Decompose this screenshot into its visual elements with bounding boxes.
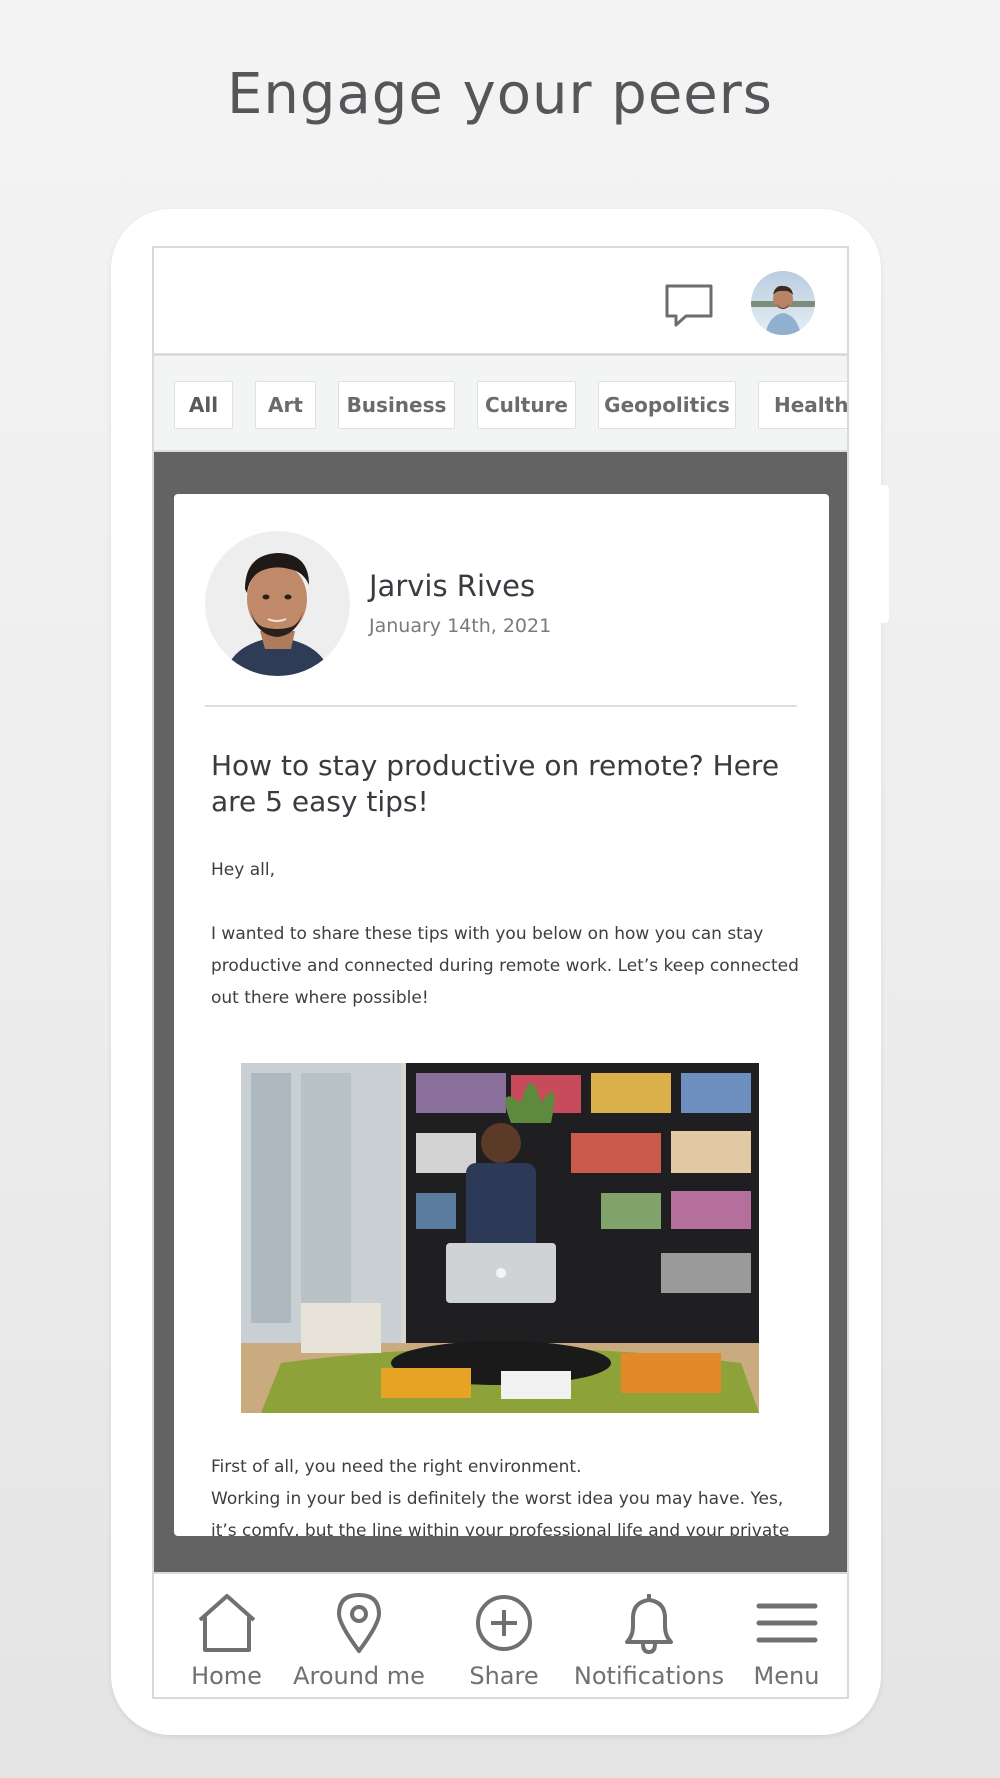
user-avatar[interactable] (751, 271, 815, 335)
category-chip-all[interactable]: All (174, 381, 233, 429)
post-intro: I wanted to share these tips with you be… (211, 924, 799, 1008)
author-name[interactable]: Jarvis Rives (369, 569, 535, 603)
category-chip-art[interactable]: Art (255, 381, 316, 429)
app-screen: All Art Business Culture Geopolitics Hea… (152, 246, 849, 1699)
post-image[interactable] (241, 1063, 759, 1413)
phone-side-button (881, 485, 889, 623)
tab-share-label: Share (469, 1662, 539, 1690)
tab-home-label: Home (191, 1662, 262, 1690)
tab-notifications-label: Notifications (573, 1662, 725, 1690)
post-paragraph-line-1: First of all, you need the right environ… (211, 1457, 582, 1477)
post-card[interactable]: Jarvis Rives January 14th, 2021 How to s… (174, 494, 829, 1536)
location-pin-icon (337, 1593, 381, 1653)
card-divider (205, 705, 797, 707)
tab-notifications[interactable]: Notifications (569, 1574, 729, 1697)
post-paragraph-line-2: Working in your bed is definitely the wo… (211, 1489, 790, 1536)
tab-share[interactable]: Share (439, 1574, 569, 1697)
category-chip-business[interactable]: Business (338, 381, 455, 429)
category-chip-geopolitics[interactable]: Geopolitics (598, 381, 736, 429)
category-chip-health[interactable]: Health (758, 381, 847, 429)
bell-icon (625, 1594, 673, 1654)
category-chip-culture[interactable]: Culture (477, 381, 576, 429)
post-greeting: Hey all, (211, 860, 275, 880)
tab-menu-label: Menu (753, 1662, 820, 1690)
bottom-tab-bar: Home Around me Share Notifications Menu (154, 1572, 847, 1697)
plus-circle-icon (476, 1595, 532, 1651)
hamburger-menu-icon (756, 1603, 817, 1643)
tab-around-me[interactable]: Around me (284, 1574, 434, 1697)
category-filter-bar: All Art Business Culture Geopolitics Hea… (154, 356, 847, 452)
top-bar (154, 248, 847, 356)
post-date: January 14th, 2021 (369, 615, 552, 637)
tab-home[interactable]: Home (174, 1574, 279, 1697)
post-title: How to stay productive on remote? Here a… (211, 749, 780, 818)
home-icon (198, 1594, 255, 1652)
page-headline: Engage your peers (227, 62, 773, 127)
chat-bubble-icon[interactable] (664, 283, 714, 329)
tab-menu[interactable]: Menu (734, 1574, 839, 1697)
tab-around-me-label: Around me (293, 1662, 425, 1690)
author-avatar[interactable] (205, 531, 350, 676)
